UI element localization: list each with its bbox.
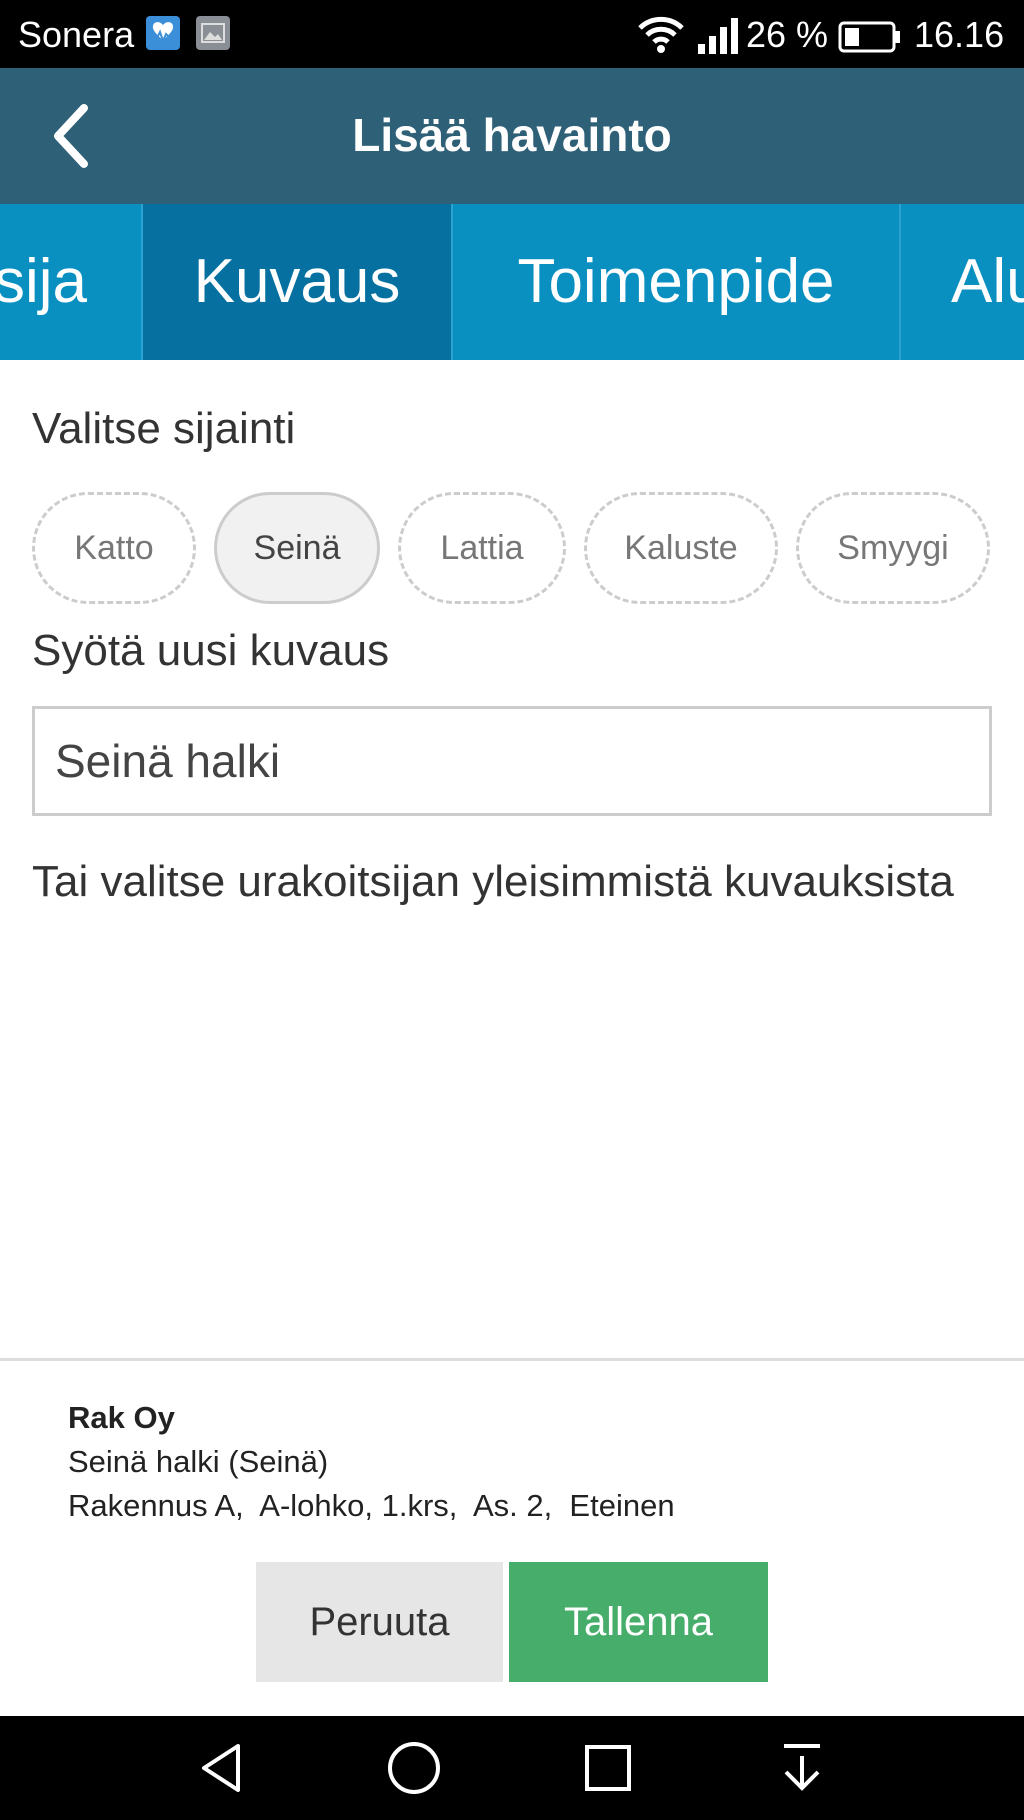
wifi-icon xyxy=(636,14,686,63)
location-chip-smyygi[interactable]: Smyygi xyxy=(796,492,990,604)
signal-icon xyxy=(698,16,740,63)
observation-summary: Rak Oy Seinä halki (Seinä) Rakennus A, A… xyxy=(68,1396,675,1528)
battery-percent: 26 % xyxy=(746,14,829,55)
tab-sijainti[interactable]: sija xyxy=(0,204,143,360)
description-label: Syötä uusi kuvaus xyxy=(32,626,390,675)
location-chip-seina[interactable]: Seinä xyxy=(214,492,380,604)
location-label: Valitse sijainti xyxy=(32,404,296,453)
recents-square-icon[interactable] xyxy=(578,1738,638,1798)
gallery-icon xyxy=(196,16,230,50)
tab-bar: sija Kuvaus Toimenpide Alu xyxy=(0,204,1024,360)
summary-company: Rak Oy xyxy=(68,1400,175,1435)
notification-pull-icon[interactable] xyxy=(772,1738,832,1798)
description-input[interactable] xyxy=(32,706,992,816)
system-nav-bar xyxy=(0,1716,1024,1820)
location-chip-kaluste[interactable]: Kaluste xyxy=(584,492,778,604)
page-title: Lisää havainto xyxy=(352,109,672,161)
tab-label: Toimenpide xyxy=(517,247,835,316)
location-chip-lattia[interactable]: Lattia xyxy=(398,492,566,604)
tab-label: sija xyxy=(0,247,88,316)
battery-icon xyxy=(838,20,902,62)
common-descriptions-hint: Tai valitse urakoitsijan yleisimmistä ku… xyxy=(32,857,954,906)
save-button[interactable]: Tallenna xyxy=(509,1562,768,1682)
summary-location: Rakennus A, A-lohko, 1.krs, As. 2, Etein… xyxy=(68,1488,675,1523)
location-chip-katto[interactable]: Katto xyxy=(32,492,196,604)
health-icon xyxy=(146,16,180,50)
tab-alue[interactable]: Alu xyxy=(901,204,1024,360)
summary-description: Seinä halki (Seinä) xyxy=(68,1444,329,1479)
tab-label: Alu xyxy=(951,247,1024,316)
tab-toimenpide[interactable]: Toimenpide xyxy=(453,204,901,360)
divider xyxy=(0,1358,1024,1361)
tab-label: Kuvaus xyxy=(193,247,401,316)
carrier-name: Sonera xyxy=(18,14,135,55)
back-triangle-icon[interactable] xyxy=(192,1738,252,1798)
home-circle-icon[interactable] xyxy=(384,1738,444,1798)
app-header: Lisää havainto xyxy=(0,68,1024,204)
cancel-button[interactable]: Peruuta xyxy=(256,1562,503,1682)
status-bar: Sonera 26 % 16.16 xyxy=(0,0,1024,68)
tab-kuvaus[interactable]: Kuvaus xyxy=(143,204,453,360)
clock: 16.16 xyxy=(914,14,1005,55)
